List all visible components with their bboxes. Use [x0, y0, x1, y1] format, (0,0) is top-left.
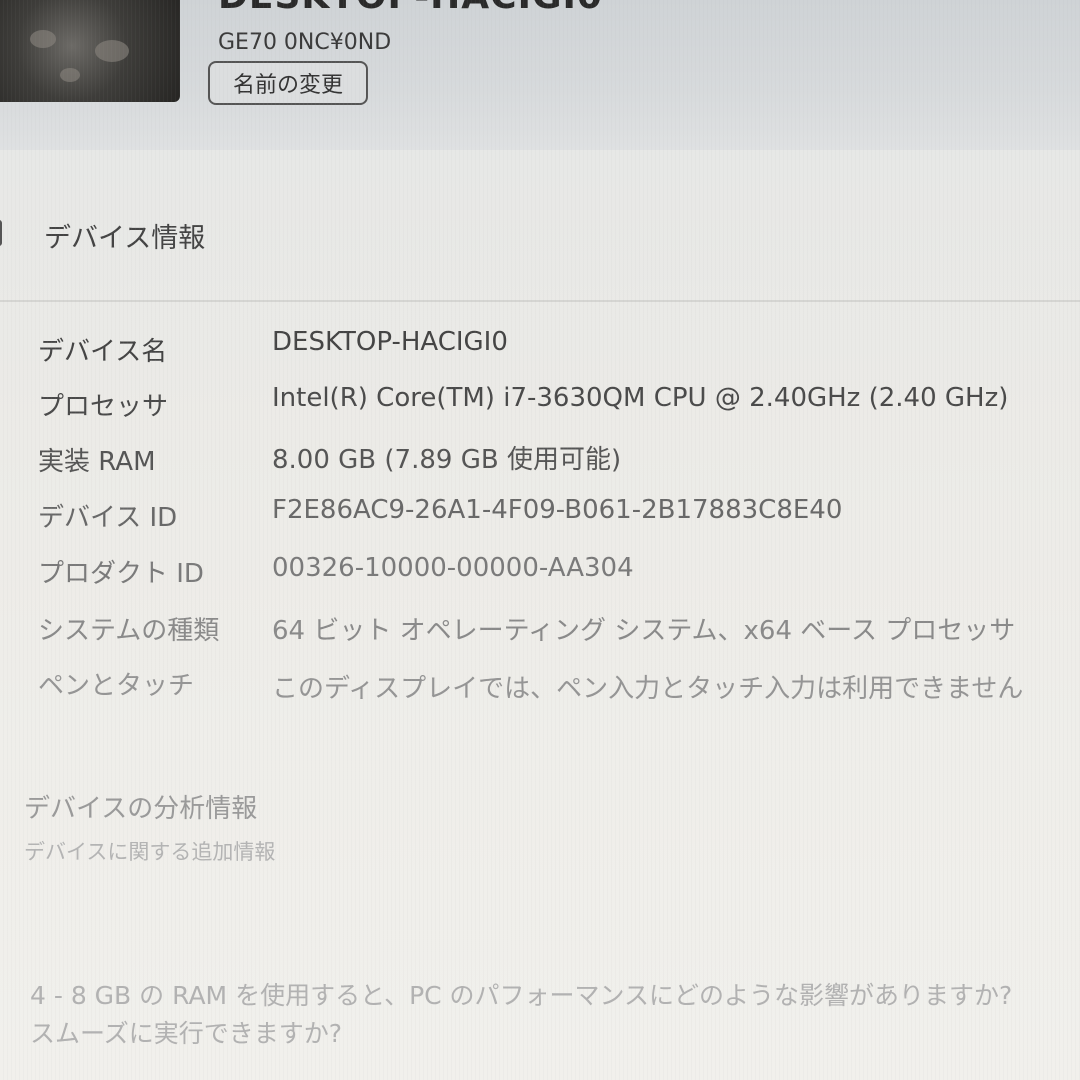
rename-button[interactable]: 名前の変更 — [208, 61, 368, 105]
section-title-device-info: デバイス情報 — [44, 223, 206, 254]
spec-value-product-id: 00326-10000-00000-AA304 — [272, 553, 634, 583]
spec-value-processor: Intel(R) Core(TM) i7-3630QM CPU @ 2.40GH… — [272, 383, 1009, 413]
spec-value-device-name: DESKTOP-HACIGI0 — [272, 327, 508, 357]
spec-label-processor: プロセッサ — [38, 392, 169, 422]
spec-label-pen-touch: ペンとタッチ — [38, 671, 195, 701]
device-model: GE70 0NC¥0ND — [218, 30, 392, 55]
spec-value-pen-touch: このディスプレイでは、ペン入力とタッチ入力は利用できません — [272, 674, 1024, 704]
divider — [0, 300, 1080, 302]
spec-label-product-id: プロダクト ID — [38, 559, 204, 589]
device-analytics-link[interactable]: デバイスの分析情報 — [24, 788, 257, 825]
settings-screen: DESKTOP-HACIGI0 GE70 0NC¥0ND 名前の変更 デバイス情… — [0, 0, 1080, 1080]
screen-texture — [0, 0, 1080, 1080]
section-indicator — [0, 220, 2, 246]
spec-label-device-id: デバイス ID — [38, 503, 178, 533]
device-header: DESKTOP-HACIGI0 GE70 0NC¥0ND 名前の変更 — [0, 0, 1080, 150]
device-analytics-subtitle: デバイスに関する追加情報 — [24, 840, 276, 864]
device-thumbnail — [0, 0, 180, 102]
faq-question-line1[interactable]: 4 - 8 GB の RAM を使用すると、PC のパフォーマンスにどのような影… — [30, 976, 1012, 1012]
device-title: DESKTOP-HACIGI0 — [218, 0, 603, 17]
spec-label-system-type: システムの種類 — [38, 616, 220, 646]
spec-label-ram: 実装 RAM — [38, 447, 156, 477]
spec-label-device-name: デバイス名 — [38, 337, 168, 367]
spec-value-ram: 8.00 GB (7.89 GB 使用可能) — [272, 445, 622, 475]
spec-value-system-type: 64 ビット オペレーティング システム、x64 ベース プロセッサ — [272, 616, 1016, 646]
faq-question-line2[interactable]: スムーズに実行できますか? — [30, 1014, 342, 1050]
spec-value-device-id: F2E86AC9-26A1-4F09-B061-2B17883C8E40 — [272, 495, 843, 525]
